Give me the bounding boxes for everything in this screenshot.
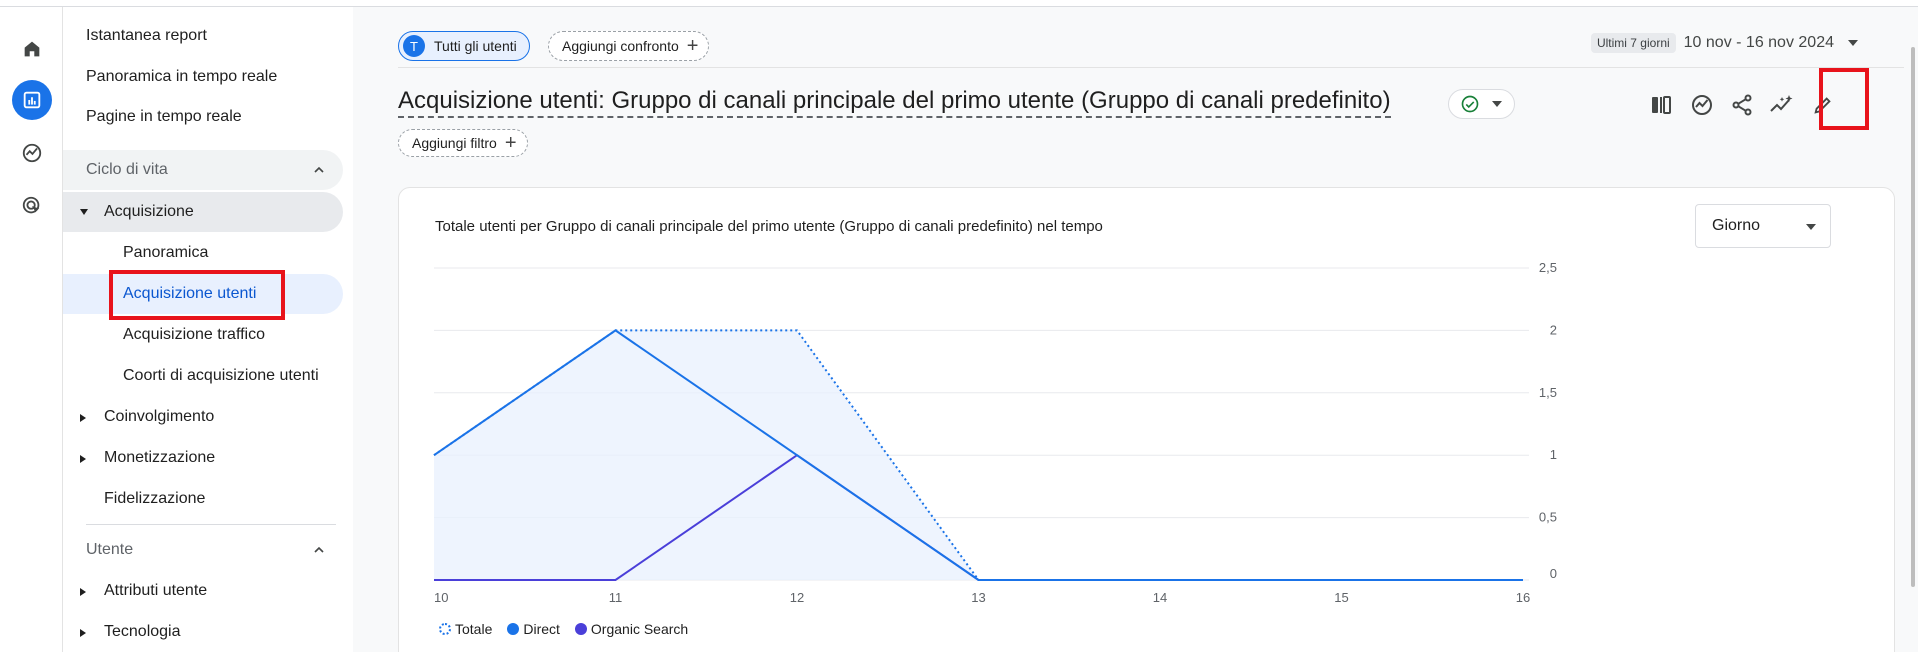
header-divider	[398, 67, 1908, 68]
caret-down-icon	[1492, 101, 1502, 107]
x-tick-label: 11	[609, 590, 623, 605]
columns-icon	[1652, 96, 1671, 114]
page-scrollbar[interactable]	[1904, 7, 1918, 652]
date-range-value: 10 nov - 16 nov 2024	[1683, 34, 1834, 51]
report-title[interactable]: Acquisizione utenti: Gruppo di canali pr…	[398, 87, 1391, 118]
add-comparison-button[interactable]: Aggiungi confronto +	[548, 31, 710, 61]
nav-item-snapshot[interactable]: Istantanea report	[63, 16, 343, 56]
nav-item-realtime-overview[interactable]: Panoramica in tempo reale	[63, 57, 343, 97]
x-tick-label: 14	[1153, 590, 1167, 605]
trend-circle-icon	[1692, 95, 1712, 115]
highlight-box-edit	[1819, 68, 1869, 130]
date-range-picker[interactable]: Ultimi 7 giorni 10 nov - 16 nov 2024	[1590, 33, 1858, 53]
caret-down-icon	[1848, 40, 1858, 46]
sparkle-trend-icon	[1770, 95, 1793, 112]
y-tick-label: 1	[1550, 447, 1557, 462]
home-icon	[24, 41, 40, 57]
y-tick-label: 0,5	[1539, 510, 1557, 525]
legend-swatch	[439, 623, 451, 635]
triangle-right-icon	[80, 455, 86, 463]
line-chart: 0 0,5 1 1,5 2 2,5 10 11 12 13 14 15 16 nov	[433, 260, 1557, 608]
nav-section-lifecycle[interactable]: Ciclo di vita	[63, 150, 343, 190]
legend-swatch	[507, 623, 520, 635]
nav-item-traffic-acquisition[interactable]: Acquisizione traffico	[63, 315, 343, 355]
nav-item-user-acquisition-cohorts[interactable]: Coorti di acquisizione utenti	[63, 356, 343, 396]
left-rail	[0, 7, 63, 652]
segment-chip-all-users[interactable]: T Tutti gli utenti	[398, 31, 530, 61]
nav-item-acquisition[interactable]: Acquisizione	[63, 192, 343, 232]
advertising-nav-button[interactable]	[12, 186, 52, 226]
y-tick-label: 2,5	[1539, 260, 1557, 275]
plus-icon: +	[504, 132, 517, 154]
report-nav-panel: Istantanea report Panoramica in tempo re…	[63, 7, 353, 652]
nav-item-label: Attributi utente	[104, 582, 208, 599]
x-tick-label: 16	[1516, 590, 1530, 605]
share-button[interactable]	[1728, 91, 1756, 119]
legend-item-organic-search[interactable]: Organic Search	[574, 621, 689, 637]
report-status-dropdown[interactable]	[1448, 89, 1515, 119]
y-tick-label: 0	[1550, 566, 1557, 581]
nav-item-retention[interactable]: Fidelizzazione	[63, 479, 343, 519]
chart-legend: Totale Direct Organic Search	[439, 621, 703, 637]
nav-item-user-attributes[interactable]: Attributi utente	[63, 571, 343, 611]
compare-columns-button[interactable]	[1647, 91, 1675, 119]
y-tick-label: 1,5	[1539, 385, 1557, 400]
triangle-right-icon	[80, 414, 86, 422]
segment-avatar: T	[403, 35, 425, 57]
nav-divider	[86, 524, 336, 525]
chart-card: Totale utenti per Gruppo di canali princ…	[398, 187, 1895, 652]
x-tick-label: 13	[971, 590, 985, 605]
legend-item-total[interactable]: Totale	[439, 621, 492, 637]
legend-label: Organic Search	[590, 621, 689, 637]
legend-label: Direct	[523, 621, 560, 637]
check-circle-icon	[1461, 95, 1479, 113]
nav-section-user[interactable]: Utente	[63, 530, 343, 570]
nav-item-label: Coinvolgimento	[104, 408, 215, 425]
page-scrollbar-thumb[interactable]	[1911, 47, 1915, 587]
target-cursor-icon	[22, 196, 40, 214]
plus-icon: +	[686, 35, 699, 57]
nav-item-technology[interactable]: Tecnologia	[63, 612, 343, 652]
analytics-intelligence-button[interactable]	[1768, 91, 1796, 119]
add-filter-button[interactable]: Aggiungi filtro +	[398, 129, 528, 157]
nav-item-label: Fidelizzazione	[104, 490, 206, 507]
x-tick-label: 12	[790, 590, 804, 605]
nav-item-label: Monetizzazione	[104, 449, 216, 466]
nav-section-label: Ciclo di vita	[86, 161, 168, 178]
bar-chart-icon	[23, 91, 41, 109]
add-filter-label: Aggiungi filtro	[412, 135, 497, 151]
y-tick-label: 2	[1550, 322, 1557, 337]
nav-item-monetization[interactable]: Monetizzazione	[63, 438, 343, 478]
nav-item-label: Tecnologia	[104, 623, 181, 640]
triangle-right-icon	[80, 629, 86, 637]
chevron-up-icon	[314, 546, 324, 553]
x-tick-label: 10	[434, 590, 448, 605]
insights-button[interactable]	[1688, 91, 1716, 119]
triangle-right-icon	[80, 588, 86, 596]
segment-chip-label: Tutti gli utenti	[434, 38, 517, 54]
triangle-down-icon	[80, 209, 88, 215]
nav-item-label: Acquisizione	[104, 203, 194, 220]
explore-nav-button[interactable]	[12, 133, 52, 173]
chevron-up-icon	[314, 166, 324, 173]
nav-item-engagement[interactable]: Coinvolgimento	[63, 397, 343, 437]
legend-item-direct[interactable]: Direct	[507, 621, 560, 637]
reports-nav-button[interactable]	[12, 80, 52, 120]
highlight-box-nav	[109, 270, 285, 320]
nav-item-realtime-pages[interactable]: Pagine in tempo reale	[63, 97, 343, 137]
x-tick-sublabel: nov	[434, 604, 455, 608]
nav-item-acquisition-overview[interactable]: Panoramica	[63, 233, 343, 273]
x-tick-label: 15	[1334, 590, 1348, 605]
add-comparison-label: Aggiungi confronto	[562, 38, 679, 54]
home-nav-button[interactable]	[12, 29, 52, 69]
legend-swatch	[574, 623, 587, 635]
main-content: T Tutti gli utenti Aggiungi confronto + …	[353, 7, 1918, 652]
share-icon	[1732, 94, 1752, 116]
legend-label: Totale	[455, 621, 493, 637]
explore-chart-icon	[22, 143, 42, 163]
nav-section-label: Utente	[86, 541, 134, 558]
date-preset-badge: Ultimi 7 giorni	[1590, 33, 1676, 53]
